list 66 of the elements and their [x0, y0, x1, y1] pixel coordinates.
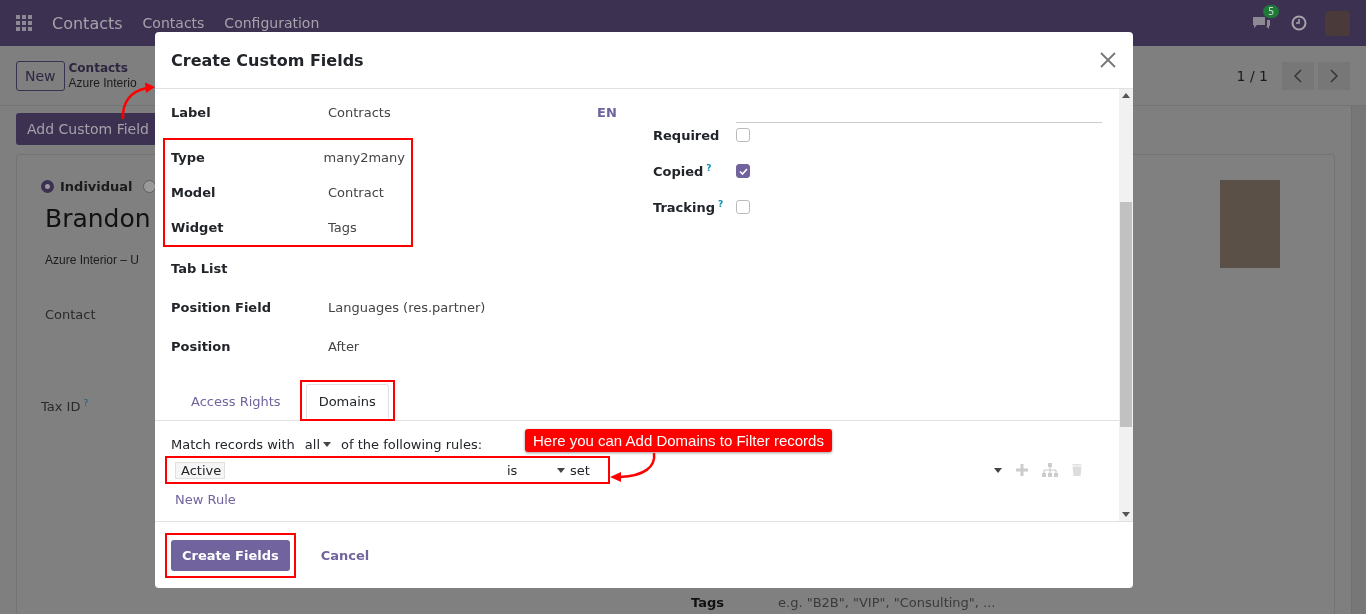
- message-count-badge: 5: [1263, 5, 1280, 18]
- scroll-down-icon[interactable]: [1122, 512, 1130, 517]
- radio-label: Individual: [60, 179, 133, 194]
- chevron-left-icon: [1294, 68, 1302, 83]
- field-value: Contract: [328, 185, 384, 200]
- clock-icon[interactable]: [1291, 15, 1307, 31]
- field-value: After: [328, 339, 360, 354]
- option-label: Required: [653, 127, 721, 143]
- field-label: Tax ID $^{?}$: [41, 398, 90, 415]
- previous-button[interactable]: [1282, 61, 1314, 90]
- field-label: Tags: [691, 595, 724, 610]
- field-value: Languages (res.partner): [328, 300, 486, 315]
- contact-name: Brandon: [45, 204, 152, 233]
- option-label: Copied $^{?}$: [653, 162, 713, 180]
- close-button[interactable]: [1099, 51, 1117, 69]
- match-text: Match records with: [171, 437, 295, 452]
- menu-item[interactable]: Contacts: [142, 15, 205, 31]
- more-button[interactable]: [994, 467, 1002, 473]
- apps-grid-icon[interactable]: [16, 15, 32, 31]
- checkbox[interactable]: [736, 200, 750, 214]
- cancel-link[interactable]: Cancel: [309, 539, 381, 571]
- breadcrumb-current: Azure Interio: [68, 75, 137, 91]
- dialog-scrollbar[interactable]: [1119, 89, 1133, 521]
- company-name: Azure Interior – U: [45, 253, 141, 267]
- primary-button[interactable]: Create Fields: [171, 539, 290, 571]
- language-button[interactable]: EN: [597, 105, 736, 120]
- caret-icon: [994, 467, 1002, 473]
- trash-icon[interactable]: [1072, 464, 1082, 476]
- annotation-callout: Here you can Add Domains to Filter records: [525, 429, 832, 452]
- plus-icon[interactable]: [1016, 464, 1028, 476]
- tab[interactable]: Domains: [305, 384, 389, 419]
- field-label: Position Field: [171, 300, 272, 315]
- dialog-title: Create Custom Fields: [171, 50, 364, 70]
- field-label: Type: [171, 150, 206, 165]
- field-label: Widget: [171, 220, 225, 235]
- pager-value: 1 / 1: [1236, 67, 1268, 84]
- radio-button[interactable]: [142, 180, 156, 193]
- chevron-right-icon: [1330, 68, 1338, 83]
- field-label: Position: [171, 339, 232, 354]
- quantifier-dropdown[interactable]: all: [300, 437, 335, 452]
- new-button[interactable]: New: [16, 60, 65, 91]
- rule-value: set: [570, 462, 590, 478]
- new-rule-link[interactable]: New Rule: [175, 492, 236, 507]
- option-label: Tracking $^{?}$: [653, 198, 725, 216]
- field-value: Contracts: [328, 105, 391, 120]
- caret-icon: [557, 467, 565, 473]
- menu-item[interactable]: Configuration: [224, 15, 320, 31]
- radio-button[interactable]: [41, 180, 54, 193]
- field-value: Tags: [328, 220, 357, 235]
- scroll-up-icon[interactable]: [1122, 93, 1130, 98]
- breadcrumb-link[interactable]: Contacts: [68, 60, 137, 76]
- field-label: Model: [171, 185, 217, 200]
- next-button[interactable]: [1318, 61, 1350, 90]
- checkbox[interactable]: [736, 164, 750, 178]
- field-label: Label: [171, 105, 212, 120]
- field-value: many2many: [323, 150, 405, 165]
- field-path[interactable]: Active: [175, 461, 225, 479]
- tags-input-field[interactable]: e.g. "B2B", "VIP", "Consulting", ...: [778, 595, 996, 610]
- app-name[interactable]: Contacts: [52, 13, 123, 33]
- operator-select[interactable]: is: [507, 462, 565, 478]
- checkbox[interactable]: [736, 128, 750, 142]
- hierarchy-icon[interactable]: [1042, 463, 1058, 477]
- caret-icon: [323, 442, 331, 447]
- field-label: Tab List: [171, 261, 229, 276]
- field-label: Contact: [45, 307, 97, 322]
- match-text: of the following rules:: [341, 437, 483, 452]
